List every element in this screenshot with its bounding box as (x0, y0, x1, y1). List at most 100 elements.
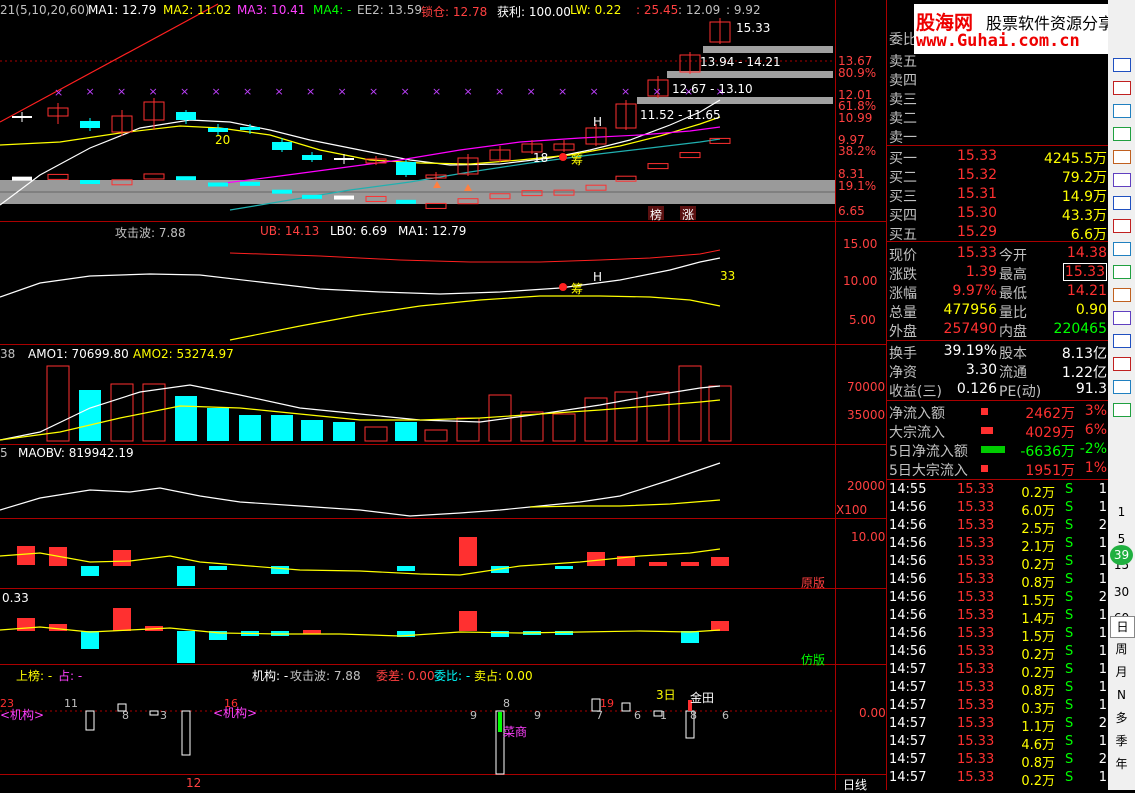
period-button-5[interactable]: 日 (1110, 616, 1135, 638)
tool-icon[interactable] (1110, 79, 1133, 95)
flow-bar (981, 408, 988, 415)
sell-row[interactable]: 卖四 (887, 69, 1109, 89)
yuanban-bar (459, 537, 477, 566)
watermark-logo: 股海网 股票软件资源分享 www.Guhai.com.cn (914, 4, 1134, 54)
tick-row: 14:56 15.33 6.0万 S 1 (887, 499, 1109, 519)
sub6-title-4: 攻击波: 7.88 (290, 669, 361, 683)
flow-label: 5日大宗流入 (889, 463, 968, 479)
tick-side: S (1065, 752, 1074, 767)
sub1-ub: UB: 14.13 (260, 224, 320, 238)
sub4-axis-1: 10.00 (851, 530, 886, 544)
fangban-bar (177, 631, 195, 663)
amo-bar (364, 426, 388, 442)
tool-icon[interactable] (1110, 217, 1133, 233)
jigou-num: 19 (600, 697, 614, 710)
indicator-params: 21(5,10,20,60) (0, 3, 90, 17)
tool-icon[interactable] (1110, 102, 1133, 118)
quote-row: 涨跌 1.39 最高 15.33 (887, 263, 1109, 283)
period-button-9[interactable]: 多 (1110, 708, 1133, 728)
sell-label: 卖一 (889, 130, 917, 146)
jigou-bar (621, 702, 631, 712)
candle-down (334, 158, 354, 160)
stats-row-label: 流通 (999, 365, 1027, 381)
tick-count: 1 (1098, 770, 1107, 785)
amo-bar (395, 422, 417, 441)
period-button-8[interactable]: N (1110, 685, 1133, 705)
yuanban-bar (113, 550, 131, 566)
tool-icon[interactable] (1110, 148, 1133, 164)
tool-icon[interactable] (1110, 171, 1133, 187)
tick-count: 1 (1098, 644, 1107, 659)
buy-label: 买三 (889, 189, 917, 205)
period-button-11[interactable]: 年 (1110, 754, 1133, 774)
amo-bar (424, 429, 448, 442)
tool-icon[interactable] (1110, 240, 1133, 256)
sell-row[interactable]: 卖三 (887, 88, 1109, 108)
pct-axis-4: 19.1% (838, 179, 877, 193)
jigou-num: 7 (596, 709, 603, 722)
tool-icon[interactable] (1110, 263, 1133, 279)
quote-row: 涨幅 9.97% 最低 14.21 (887, 282, 1109, 302)
tool-icon[interactable] (1110, 309, 1133, 325)
maobv-lines (0, 462, 721, 517)
tool-icon[interactable] (1110, 355, 1133, 371)
quote-row-value: 15.33 (956, 245, 997, 261)
tick-time: 14:57 (889, 734, 927, 749)
tool-icon[interactable] (1110, 125, 1133, 141)
yuanban-bar (681, 562, 699, 566)
tick-price: 15.33 (957, 680, 995, 695)
quote-row-value: 1.39 (965, 264, 997, 280)
cross-mark: × (401, 85, 410, 98)
tick-row: 14:56 15.33 0.2万 S 1 (887, 553, 1109, 573)
sell-label: 卖三 (889, 92, 917, 108)
tick-count: 2 (1098, 518, 1107, 533)
zone-label-3: 11.52 - 11.65 (640, 108, 721, 122)
period-button-0[interactable]: 1 (1110, 502, 1133, 522)
quote-row: 现价 15.33 今开 14.38 (887, 244, 1109, 264)
tool-icon[interactable] (1110, 332, 1133, 348)
tool-icon[interactable] (1110, 194, 1133, 210)
flow-value: 1951万 (1025, 463, 1075, 479)
period-button-10[interactable]: 季 (1110, 731, 1133, 751)
buy-row[interactable]: 买三 15.31 14.9万 (887, 185, 1109, 205)
kline-chart-area[interactable]: × × × × × × × × × × × × × × × × × × × × × × 21(5,10,20,60) MA… (0, 0, 886, 793)
period-button-6[interactable]: 周 (1110, 639, 1133, 659)
sell-row[interactable]: 卖二 (887, 107, 1109, 127)
tool-icon[interactable] (1110, 378, 1133, 394)
yuanban-bar (649, 562, 667, 566)
period-button-3[interactable]: 30 (1110, 582, 1133, 602)
buy-row[interactable]: 买一 15.33 4245.5万 (887, 147, 1109, 167)
tick-price: 15.33 (957, 734, 995, 749)
buy-row[interactable]: 买五 15.29 6.6万 (887, 223, 1109, 243)
tool-icon[interactable] (1110, 286, 1133, 302)
sell-label: 卖四 (889, 73, 917, 89)
buy-row[interactable]: 买二 15.32 79.2万 (887, 166, 1109, 186)
cross-marks: × × × × × × × × × × × × × × × × × × × × × × (54, 85, 725, 99)
cross-mark: × (149, 85, 158, 98)
period-label[interactable]: 日线 (843, 776, 867, 793)
ma1-label: MA1: 12.79 (88, 3, 157, 17)
sub1-ma1: MA1: 12.79 (398, 224, 467, 238)
tool-icon[interactable] (1110, 56, 1133, 72)
jigou-num: 9 (470, 709, 477, 722)
cross-mark: × (621, 85, 630, 98)
tick-row: 14:57 15.33 4.6万 S 1 (887, 733, 1109, 753)
tick-side: S (1065, 482, 1074, 497)
tick-count: 2 (1098, 716, 1107, 731)
sell-row[interactable]: 卖一 (887, 126, 1109, 146)
cross-mark: × (338, 85, 347, 98)
cross-mark: × (243, 85, 252, 98)
amo-bar (708, 385, 732, 442)
period-button-7[interactable]: 月 (1110, 662, 1133, 682)
maobv-label: MAOBV: 819942.19 (18, 446, 134, 460)
tick-side: S (1065, 698, 1074, 713)
tick-volume: 0.2万 (1021, 774, 1055, 789)
tick-time: 14:57 (889, 698, 927, 713)
tool-icon[interactable] (1110, 401, 1133, 417)
tick-count: 1 (1098, 608, 1107, 623)
jigou-bar (149, 710, 159, 716)
flow-pct: 6% (1084, 422, 1107, 438)
buy-row[interactable]: 买四 15.30 43.3万 (887, 204, 1109, 224)
jigou-num: 3 (160, 709, 167, 722)
candle-down (208, 128, 228, 132)
